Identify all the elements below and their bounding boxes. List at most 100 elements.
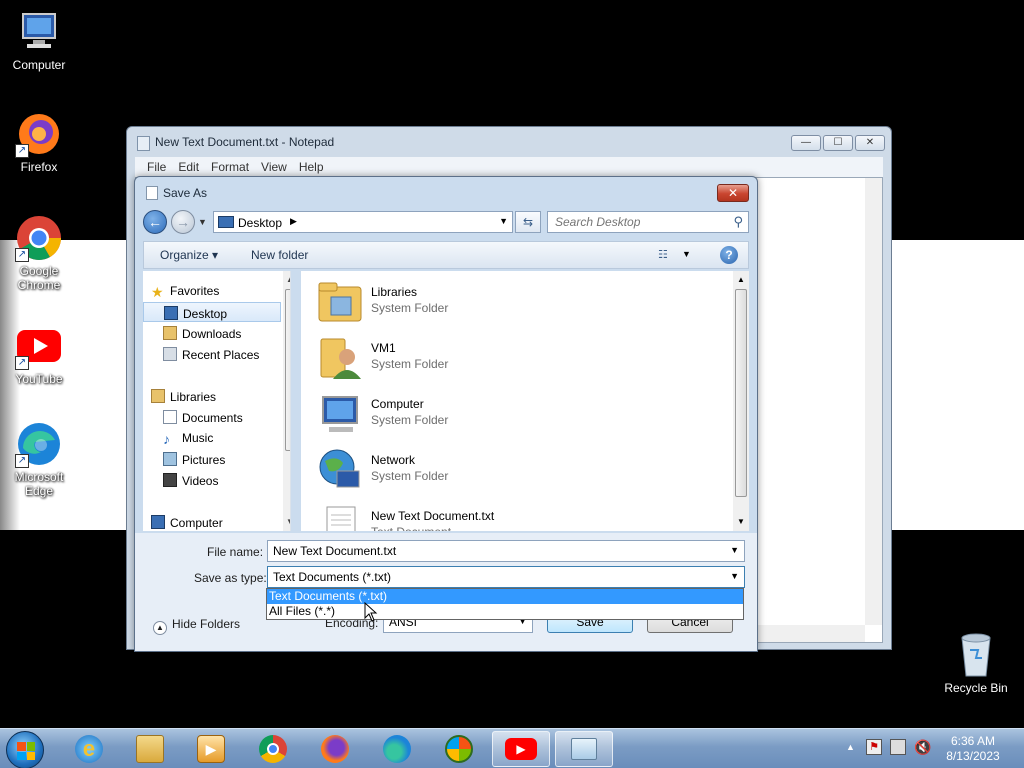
nav-scrollbar[interactable]: ▲ ▼ (283, 271, 290, 531)
user-folder-icon (320, 338, 361, 379)
hide-folders-button[interactable]: ▲ Hide Folders (153, 617, 240, 635)
menu-edit[interactable]: Edit (172, 157, 205, 177)
vertical-scrollbar[interactable] (865, 178, 882, 625)
desktop-icon-firefox[interactable]: ↗ Firefox (1, 110, 77, 174)
network-icon[interactable] (890, 739, 906, 755)
scroll-down-icon[interactable]: ▼ (286, 517, 290, 526)
option-all-files[interactable]: All Files (*.*) (267, 604, 743, 619)
file-item-network[interactable]: Network System Folder (317, 447, 717, 501)
nav-label: Computer (170, 516, 223, 530)
scroll-up-icon[interactable]: ▲ (286, 275, 290, 284)
nav-music[interactable]: ♪ Music (163, 428, 290, 448)
nav-videos[interactable]: Videos (163, 470, 290, 490)
chevron-down-icon[interactable]: ▼ (730, 571, 739, 581)
file-list-scrollbar[interactable]: ▲ ▼ (733, 271, 749, 531)
taskbar-notepad[interactable] (555, 731, 613, 767)
nav-pictures[interactable]: Pictures (163, 449, 290, 469)
search-icon[interactable]: ⚲ (733, 214, 743, 230)
help-button[interactable]: ? (720, 246, 738, 264)
command-bar: Organize ▾ New folder ☷ ▼ ? (143, 241, 749, 269)
desktop-icon-computer[interactable]: Computer (1, 8, 77, 72)
menu-help[interactable]: Help (293, 157, 330, 177)
taskbar-firefox[interactable] (306, 731, 364, 767)
file-item-vm1[interactable]: VM1 System Folder (317, 335, 717, 389)
desktop-icon-youtube[interactable]: ↗ YouTube (1, 322, 77, 386)
taskbar-file-explorer[interactable] (121, 731, 179, 767)
organize-button[interactable]: Organize ▾ (160, 248, 218, 262)
nav-label: Desktop (183, 307, 228, 321)
save-as-type-value[interactable]: Text Documents (*.txt) (273, 570, 391, 584)
breadcrumb-arrow-icon[interactable]: ▶ (290, 216, 297, 227)
file-name-value[interactable]: New Text Document.txt (273, 544, 396, 558)
desktop-icon (218, 216, 234, 228)
nav-label: Downloads (182, 327, 242, 341)
show-hidden-icons-icon[interactable]: ▲ (846, 742, 855, 752)
close-button[interactable]: ✕ (855, 135, 885, 151)
breadcrumb-desktop[interactable]: Desktop (238, 216, 282, 230)
notepad-titlebar[interactable]: New Text Document.txt - Notepad — ☐ ✕ (127, 127, 891, 157)
taskbar-media-player[interactable]: ▶ (182, 731, 240, 767)
file-item-computer[interactable]: Computer System Folder (317, 391, 717, 445)
scroll-thumb[interactable] (735, 289, 747, 497)
view-options-icon[interactable]: ☷ (658, 248, 674, 262)
desktop-icon-edge[interactable]: ↗ Microsoft Edge (1, 420, 77, 498)
minimize-button[interactable]: — (791, 135, 821, 151)
desktop-icon-chrome[interactable]: ↗ Google Chrome (1, 214, 77, 292)
back-button[interactable]: ← (143, 210, 167, 234)
taskbar-internet-explorer[interactable]: e (60, 731, 118, 767)
chevron-down-icon[interactable]: ▼ (499, 216, 508, 226)
nav-recent-places[interactable]: Recent Places (163, 344, 290, 364)
taskbar-edge[interactable] (368, 731, 426, 767)
scroll-thumb[interactable] (285, 289, 290, 451)
nav-label: Videos (182, 474, 219, 488)
action-center-flag-icon[interactable]: ⚑ (866, 739, 882, 755)
edge-icon (383, 735, 411, 763)
nav-computer[interactable]: Computer (151, 512, 289, 531)
search-input[interactable] (548, 212, 718, 232)
nav-downloads[interactable]: Downloads (163, 323, 290, 343)
address-bar[interactable]: Desktop ▶ ▼ (213, 211, 513, 233)
file-type: System Folder (371, 469, 449, 483)
scroll-up-icon[interactable]: ▲ (737, 275, 745, 284)
taskbar-windows-app[interactable] (430, 731, 488, 767)
chevron-down-icon[interactable]: ▼ (682, 249, 691, 259)
scroll-down-icon[interactable]: ▼ (737, 517, 745, 526)
desktop-icon-recycle-bin[interactable]: Recycle Bin (938, 630, 1014, 695)
shortcut-arrow-icon: ↗ (15, 248, 29, 262)
taskbar-youtube[interactable]: ▶ (492, 731, 550, 767)
file-type: System Folder (371, 357, 449, 371)
menu-file[interactable]: File (141, 157, 172, 177)
file-name-field[interactable]: New Text Document.txt ▼ (267, 540, 745, 562)
document-icon (146, 186, 158, 200)
nav-libraries[interactable]: Libraries (151, 386, 289, 406)
recent-locations-dropdown[interactable]: ▼ (198, 217, 207, 227)
new-folder-button[interactable]: New folder (251, 248, 308, 262)
save-as-titlebar[interactable]: Save As ✕ (135, 177, 757, 207)
folder-icon (136, 735, 164, 763)
save-as-type-select[interactable]: Text Documents (*.txt) ▼ (267, 566, 745, 588)
maximize-button[interactable]: ☐ (823, 135, 853, 151)
chevron-down-icon[interactable]: ▼ (730, 545, 739, 555)
start-button[interactable] (6, 731, 44, 768)
option-text-documents[interactable]: Text Documents (*.txt) (267, 589, 743, 604)
file-item-libraries[interactable]: Libraries System Folder (317, 279, 717, 333)
search-field[interactable]: ⚲ (547, 211, 749, 233)
volume-muted-icon[interactable]: 🔇 (914, 739, 931, 756)
nav-label: Recent Places (182, 348, 260, 362)
desktop-icon-label: Firefox (20, 160, 58, 174)
recent-places-icon (163, 347, 177, 361)
refresh-button[interactable]: ⇆ (515, 211, 541, 233)
libraries-icon (318, 282, 362, 322)
menu-format[interactable]: Format (205, 157, 255, 177)
nav-favorites[interactable]: ★ Favorites (151, 281, 289, 301)
nav-desktop[interactable]: Desktop (143, 302, 281, 322)
file-item-new-text-document[interactable]: New Text Document.txt Text Document (317, 503, 717, 531)
recycle-bin-label: Recycle Bin (944, 681, 1008, 695)
save-as-dialog: Save As ✕ ← → ▼ Desktop ▶ ▼ ⇆ ⚲ Organize… (134, 176, 758, 652)
forward-button[interactable]: → (171, 210, 195, 234)
taskbar-chrome[interactable] (244, 731, 302, 767)
menu-view[interactable]: View (255, 157, 293, 177)
system-clock[interactable]: 6:36 AM 8/13/2023 (930, 734, 1016, 764)
dialog-close-button[interactable]: ✕ (717, 184, 749, 202)
nav-documents[interactable]: Documents (163, 407, 290, 427)
